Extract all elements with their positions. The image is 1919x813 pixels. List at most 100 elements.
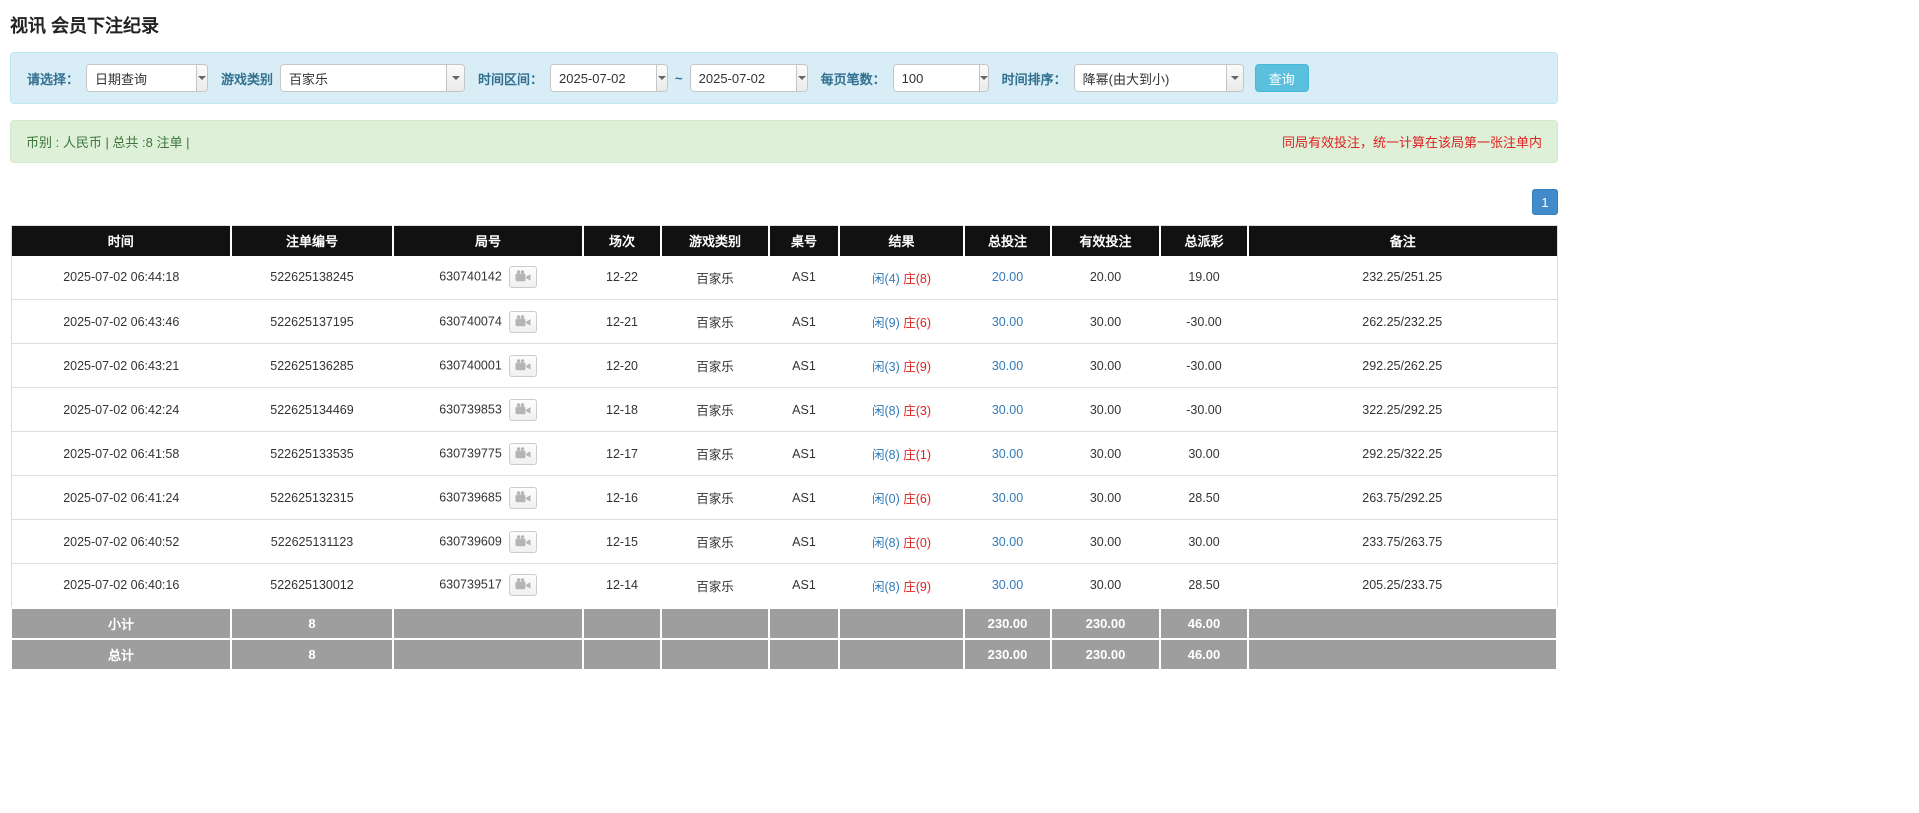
select-type-label: 请选择： <box>27 71 80 87</box>
video-camera-icon <box>515 490 531 502</box>
query-type-input[interactable] <box>87 65 196 91</box>
table-row: 2025-07-02 06:40:16 522625130012 6307395… <box>11 563 1557 608</box>
header-payout: 总派彩 <box>1160 225 1249 256</box>
cell-table: AS1 <box>769 519 839 564</box>
cell-time: 2025-07-02 06:42:24 <box>11 387 231 432</box>
video-replay-button[interactable] <box>508 442 537 465</box>
total-bet-link[interactable]: 30.00 <box>992 447 1023 461</box>
cell-valid-bet: 30.00 <box>1051 387 1160 432</box>
chevron-down-icon[interactable] <box>655 65 668 91</box>
currency-summary-text: 币别 : 人民币 | 总共 :8 注单 | <box>26 135 190 150</box>
video-replay-button[interactable] <box>508 574 537 597</box>
cell-bet-id: 522625132315 <box>231 475 393 520</box>
game-type-combobox[interactable] <box>280 64 466 92</box>
cell-bet-id: 522625134469 <box>231 387 393 432</box>
cell-round: 630739775 <box>393 431 583 476</box>
date-to-input[interactable] <box>690 65 796 91</box>
result-player: 闲(9) <box>871 316 900 330</box>
result-player: 闲(8) <box>871 536 900 550</box>
video-replay-button[interactable] <box>508 310 537 333</box>
video-replay-button[interactable] <box>508 530 537 553</box>
cell-result: 闲(8) 庄(3) <box>839 387 964 432</box>
cell-payout: 19.00 <box>1160 255 1248 300</box>
game-type-input[interactable] <box>281 65 447 91</box>
total-bet-link[interactable]: 30.00 <box>992 359 1023 373</box>
cell-valid-bet: 30.00 <box>1051 431 1160 476</box>
video-camera-icon <box>515 446 531 458</box>
total-count: 8 <box>230 637 394 671</box>
search-button[interactable]: 查询 <box>1254 64 1309 92</box>
result-player: 闲(8) <box>871 448 900 462</box>
cell-round: 630740074 <box>393 299 583 344</box>
cell-game-type: 百家乐 <box>661 299 769 344</box>
total-bet-link[interactable]: 30.00 <box>992 535 1023 549</box>
video-replay-button[interactable] <box>508 486 537 509</box>
header-time: 时间 <box>11 225 232 256</box>
cell-total-bet: 30.00 <box>964 475 1051 520</box>
cell-game-type: 百家乐 <box>661 431 769 476</box>
total-total-bet: 230.00 <box>963 637 1052 671</box>
chevron-down-icon[interactable] <box>795 65 807 91</box>
cell-total-bet: 30.00 <box>964 387 1051 432</box>
video-camera-icon <box>515 534 531 546</box>
total-bet-link[interactable]: 30.00 <box>992 315 1023 329</box>
cell-payout: 28.50 <box>1160 475 1248 520</box>
video-replay-button[interactable] <box>508 398 537 421</box>
date-to-combobox[interactable] <box>689 64 808 92</box>
cell-valid-bet: 30.00 <box>1051 519 1160 564</box>
chevron-down-icon[interactable] <box>978 65 988 91</box>
cell-remark: 205.25/233.75 <box>1248 563 1557 608</box>
cell-game-type: 百家乐 <box>661 475 769 520</box>
cell-session: 12-21 <box>583 299 661 344</box>
page-size-label: 每页笔数： <box>820 71 886 87</box>
cell-table: AS1 <box>769 299 839 344</box>
query-type-combobox[interactable] <box>86 64 209 92</box>
cell-game-type: 百家乐 <box>661 387 769 432</box>
page-number-button[interactable]: 1 <box>1532 189 1558 215</box>
chevron-down-icon[interactable] <box>1226 65 1243 91</box>
header-total-bet: 总投注 <box>964 225 1052 256</box>
cell-payout: -30.00 <box>1160 299 1248 344</box>
cell-session: 12-18 <box>583 387 661 432</box>
total-bet-link[interactable]: 30.00 <box>992 578 1023 592</box>
pagination: 1 <box>10 189 1558 215</box>
round-number: 630739775 <box>439 445 502 460</box>
cell-table: AS1 <box>769 475 839 520</box>
table-row: 2025-07-02 06:41:58 522625133535 6307397… <box>11 431 1557 476</box>
cell-bet-id: 522625130012 <box>231 563 393 608</box>
video-replay-button[interactable] <box>508 354 537 377</box>
table-row: 2025-07-02 06:43:46 522625137195 6307400… <box>11 299 1557 344</box>
header-round: 局号 <box>393 225 584 256</box>
chevron-down-icon[interactable] <box>195 65 208 91</box>
date-from-input[interactable] <box>551 65 656 91</box>
cell-time: 2025-07-02 06:41:24 <box>11 475 231 520</box>
date-from-combobox[interactable] <box>550 64 669 92</box>
total-valid-bet: 230.00 <box>1050 637 1161 671</box>
cell-round: 630740142 <box>393 255 583 300</box>
chevron-down-icon[interactable] <box>446 65 465 91</box>
result-banker: 庄(6) <box>903 316 932 330</box>
result-banker: 庄(6) <box>903 492 932 506</box>
header-remark: 备注 <box>1248 225 1557 256</box>
page-size-combobox[interactable] <box>892 64 989 92</box>
cell-remark: 263.75/292.25 <box>1248 475 1557 520</box>
time-sort-combobox[interactable] <box>1073 64 1244 92</box>
total-bet-link[interactable]: 30.00 <box>992 491 1023 505</box>
cell-remark: 292.25/322.25 <box>1248 431 1557 476</box>
result-banker: 庄(9) <box>903 360 932 374</box>
subtotal-payout: 46.00 <box>1159 606 1249 640</box>
video-replay-button[interactable] <box>508 266 537 289</box>
cell-total-bet: 30.00 <box>964 343 1051 388</box>
round-number: 630739609 <box>439 533 502 548</box>
cell-payout: -30.00 <box>1160 343 1248 388</box>
total-bet-link[interactable]: 30.00 <box>992 403 1023 417</box>
cell-time: 2025-07-02 06:44:18 <box>11 255 231 300</box>
page-size-input[interactable] <box>893 65 979 91</box>
cell-table: AS1 <box>769 431 839 476</box>
time-sort-input[interactable] <box>1074 65 1227 91</box>
total-bet-link[interactable]: 20.00 <box>992 270 1023 284</box>
grand-total-row: 总计 8 230.00 230.00 46.00 <box>10 637 1558 671</box>
round-number: 630739853 <box>439 401 502 416</box>
table-header: 时间 注单编号 局号 场次 游戏类别 桌号 结果 总投注 有效投注 总派彩 备注 <box>11 225 1557 256</box>
subtotal-valid-bet: 230.00 <box>1050 606 1161 640</box>
